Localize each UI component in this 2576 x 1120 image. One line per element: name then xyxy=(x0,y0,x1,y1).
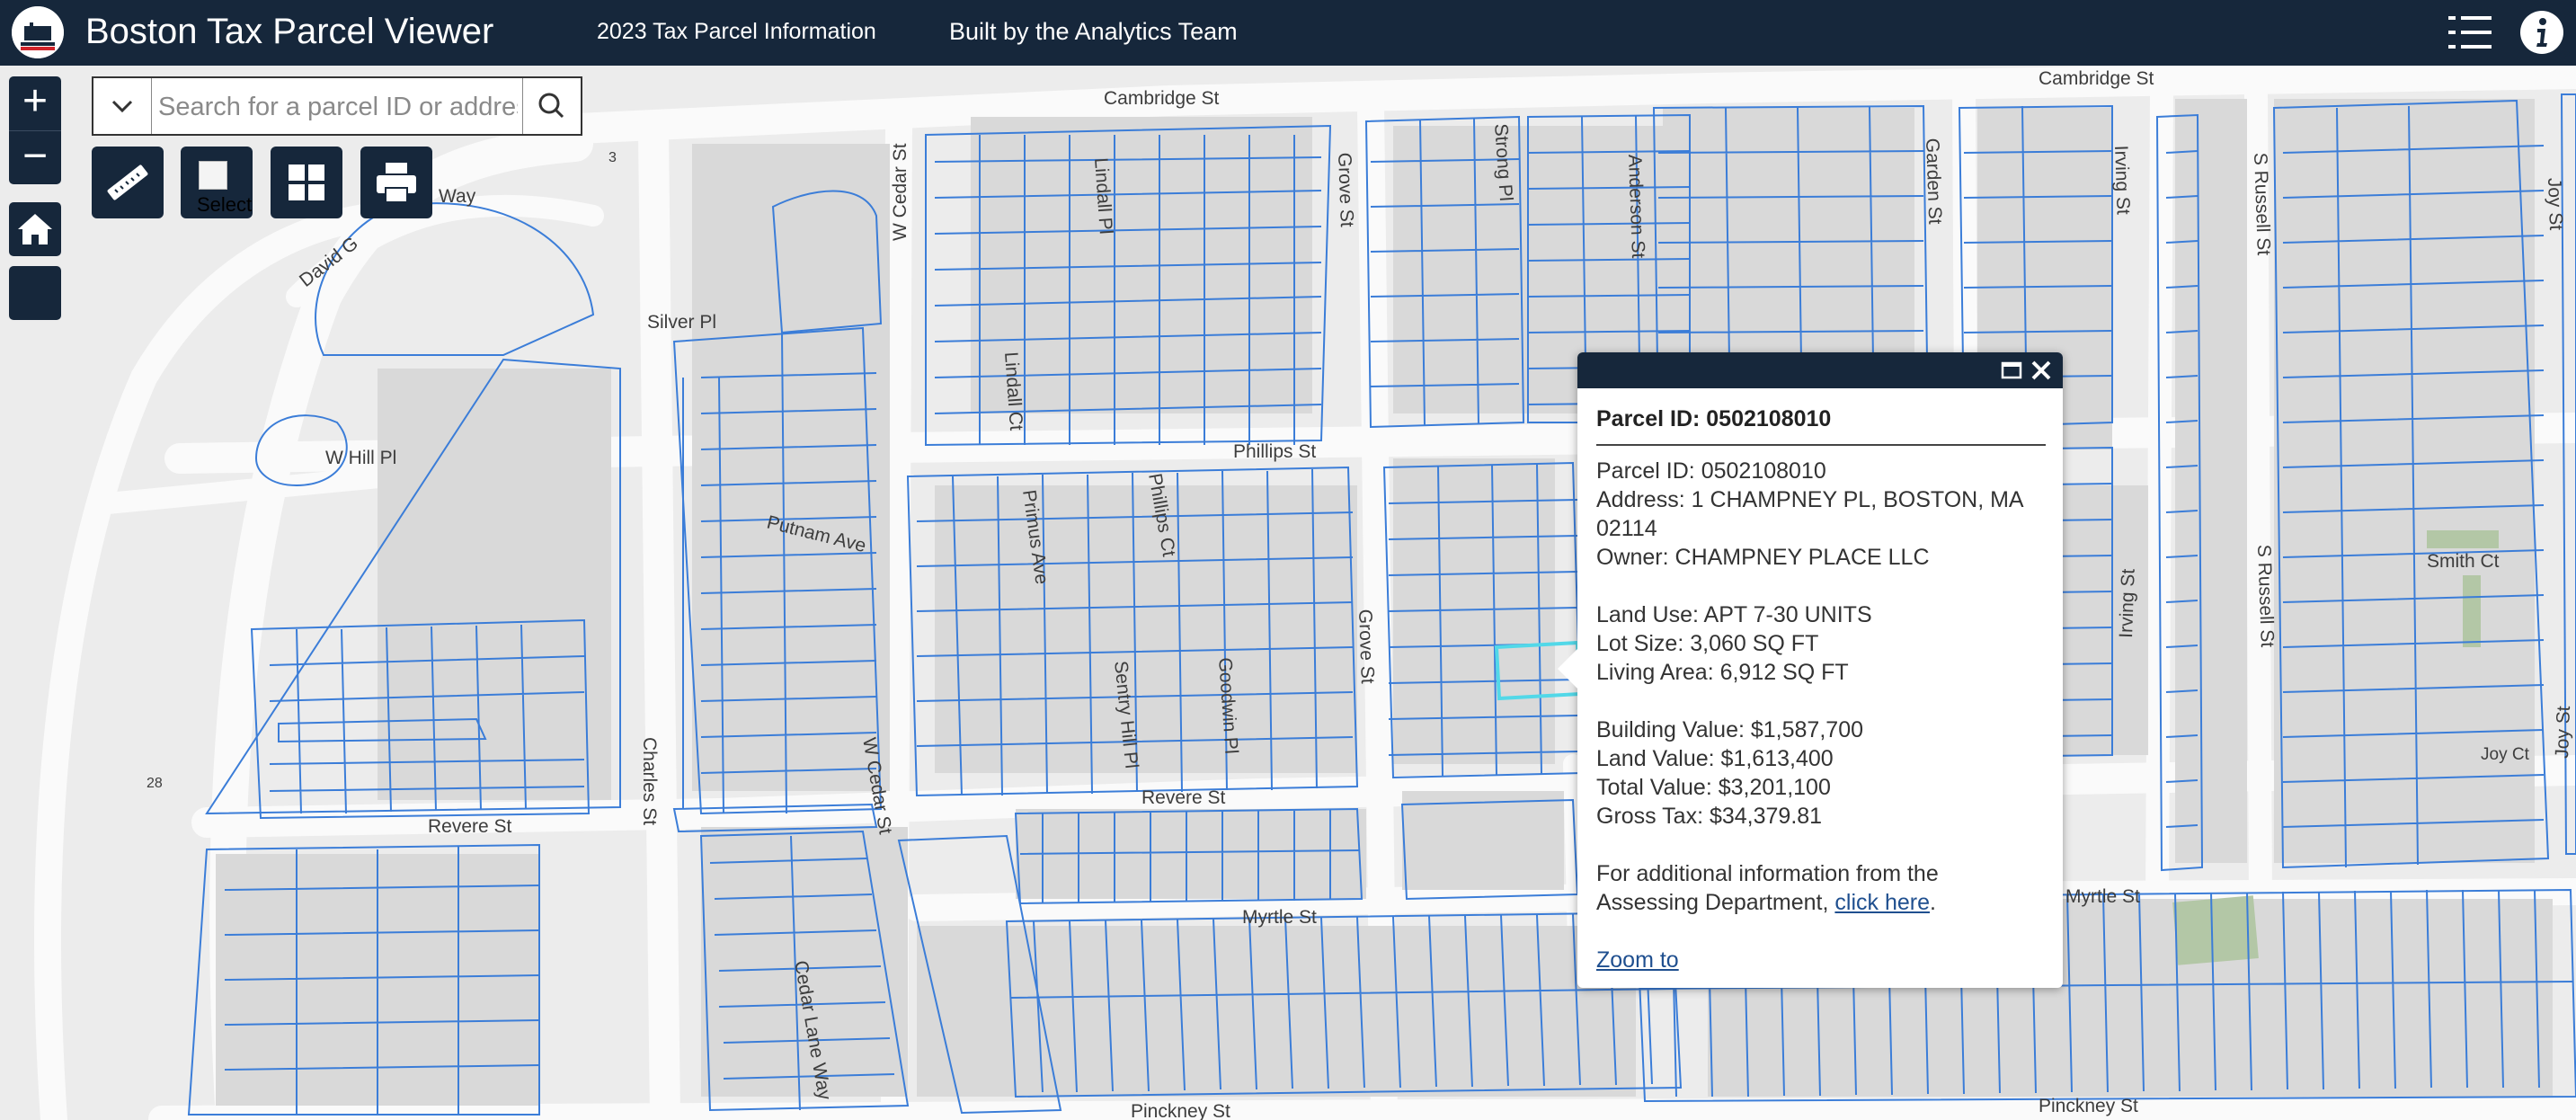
street-label-w-cedar-1: W Cedar St xyxy=(890,143,910,241)
street-label-charles-st: Charles St xyxy=(639,737,660,825)
street-label-myrtle-1: Myrtle St xyxy=(1242,907,1317,928)
street-label-pinckney-2: Pinckney St xyxy=(2039,1096,2138,1116)
select-button[interactable]: Select xyxy=(181,147,253,218)
grid-icon xyxy=(289,164,324,200)
analytics-team-link[interactable]: Built by the Analytics Team xyxy=(949,16,1238,47)
street-label-garden-st: Garden St xyxy=(1922,138,1945,225)
zoom-in-button[interactable]: + xyxy=(9,76,61,130)
assessing-period: . xyxy=(1930,890,1936,915)
popup-pointer xyxy=(1558,649,1577,689)
land-value-field: Land Value: $1,613,400 xyxy=(1596,746,1834,771)
street-label-s-russell-1: S Russell St xyxy=(2250,152,2274,255)
print-button[interactable] xyxy=(360,147,432,218)
street-label-cambridge-1: Cambridge St xyxy=(1104,88,1220,109)
street-label-phillips-st: Phillips St xyxy=(1233,441,1316,462)
search-icon xyxy=(538,93,564,119)
search-box xyxy=(92,76,582,136)
tax-parcel-info-link[interactable]: 2023 Tax Parcel Information xyxy=(597,16,876,47)
gross-tax-field: Gross Tax: $34,379.81 xyxy=(1596,804,1823,829)
building-value-field: Building Value: $1,587,700 xyxy=(1596,717,1863,742)
select-label: Select xyxy=(197,193,253,216)
app-title: Boston Tax Parcel Viewer xyxy=(85,12,494,51)
close-icon[interactable] xyxy=(2029,358,2054,383)
ruler-icon xyxy=(107,164,148,200)
parcel-id-field: Parcel ID: 0502108010 xyxy=(1596,458,1826,484)
chevron-down-icon xyxy=(111,100,133,113)
popup-title: Parcel ID: 0502108010 xyxy=(1596,404,2046,446)
land-use-field: Land Use: APT 7-30 UNITS xyxy=(1596,602,1872,627)
home-button[interactable] xyxy=(9,202,61,256)
street-label-joy-1: Joy St xyxy=(2544,177,2566,230)
street-label-smith-ct: Smith Ct xyxy=(2427,551,2500,572)
home-icon xyxy=(18,214,52,244)
parcel-map[interactable]: Cambridge St Cambridge St Way David G 3 … xyxy=(0,66,2576,1120)
broken-image-icon xyxy=(199,161,227,190)
street-label-revere-2: Revere St xyxy=(1141,787,1226,808)
locate-button[interactable] xyxy=(9,266,61,320)
map-canvas[interactable]: Cambridge St Cambridge St Way David G 3 … xyxy=(0,66,2576,1120)
street-label-grove-2: Grove St xyxy=(1355,609,1378,684)
route-28-label: 28 xyxy=(147,776,163,791)
layer-list-icon[interactable] xyxy=(2445,7,2495,58)
street-label-pinckney-1: Pinckney St xyxy=(1131,1101,1230,1120)
street-label-irving-1: Irving St xyxy=(2110,145,2134,215)
street-label-cambridge-2: Cambridge St xyxy=(2039,68,2154,89)
parcel-popup: Parcel ID: 0502108010 Parcel ID: 0502108… xyxy=(1558,352,2063,988)
street-label-joy-ct: Joy Ct xyxy=(2481,745,2530,764)
search-source-dropdown[interactable] xyxy=(93,78,152,134)
street-label-s-russell-2: S Russell St xyxy=(2253,544,2278,647)
basemap-gallery-button[interactable] xyxy=(271,147,342,218)
search-button[interactable] xyxy=(522,78,581,134)
zoom-out-button[interactable]: − xyxy=(9,130,61,184)
street-label-anderson-st: Anderson St xyxy=(1624,154,1648,258)
search-input[interactable] xyxy=(156,87,520,127)
city-logo-icon xyxy=(12,6,64,58)
zoom-controls: + − xyxy=(9,76,61,184)
street-label-myrtle-2: Myrtle St xyxy=(2065,886,2140,907)
lot-size-field: Lot Size: 3,060 SQ FT xyxy=(1596,631,1819,656)
app-header: Boston Tax Parcel Viewer 2023 Tax Parcel… xyxy=(0,0,2576,66)
street-label-way: Way xyxy=(439,186,476,207)
street-label-joy-2: Joy St xyxy=(2552,706,2574,759)
street-label-w-hill-pl: W Hill Pl xyxy=(325,448,396,468)
street-label-silver-pl: Silver Pl xyxy=(647,312,716,333)
address-field: Address: 1 CHAMPNEY PL, BOSTON, MA 02114 xyxy=(1596,487,2023,541)
living-area-field: Living Area: 6,912 SQ FT xyxy=(1596,660,1849,685)
total-value-field: Total Value: $3,201,100 xyxy=(1596,775,1831,800)
maximize-icon[interactable] xyxy=(2000,360,2023,381)
popup-content: Parcel ID: 0502108010 Parcel ID: 0502108… xyxy=(1596,404,2046,974)
street-label-revere-1: Revere St xyxy=(428,816,512,837)
zoom-to-link[interactable]: Zoom to xyxy=(1596,947,1679,973)
route-3-label: 3 xyxy=(608,150,617,165)
popup-titlebar xyxy=(1577,352,2063,388)
owner-field: Owner: CHAMPNEY PLACE LLC xyxy=(1596,545,1930,570)
street-label-irving-2: Irving St xyxy=(2116,568,2139,638)
street-label-grove-1: Grove St xyxy=(1334,152,1357,227)
printer-icon xyxy=(377,163,416,203)
info-icon[interactable] xyxy=(2517,7,2567,58)
measure-button[interactable] xyxy=(92,147,164,218)
assessing-info: For additional information from the Asse… xyxy=(1596,859,2046,917)
click-here-link[interactable]: click here xyxy=(1834,890,1930,915)
